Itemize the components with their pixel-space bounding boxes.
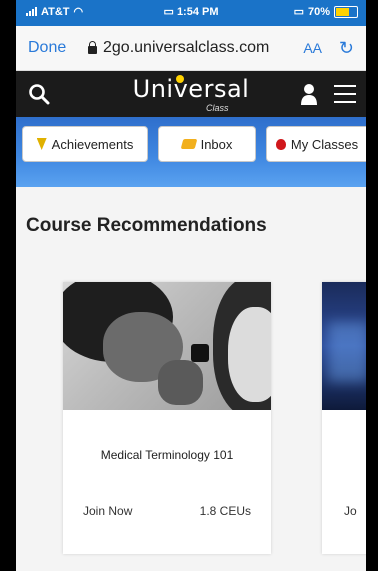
text-size-button[interactable]: AA [303, 40, 322, 56]
achievements-button[interactable]: Achievements [22, 126, 148, 162]
screen-mirror-icon: ▭ [163, 6, 174, 18]
achievements-label: Achievements [51, 136, 134, 152]
hamburger-menu-icon[interactable] [334, 85, 356, 109]
inbox-folder-icon [180, 139, 197, 149]
inbox-label: Inbox [200, 136, 233, 152]
lightbulb-icon [176, 75, 184, 83]
screen-mirror-icon-2: ▭ [293, 6, 304, 18]
inbox-button[interactable]: Inbox [158, 126, 256, 162]
url-text: 2go.universalclass.com [103, 39, 270, 56]
battery-fill [336, 7, 349, 16]
course-image [63, 282, 271, 410]
site-header: Universal Class [16, 71, 366, 117]
join-now-link[interactable]: Jo [344, 504, 357, 518]
quick-links-band: Achievements Inbox My Classes [16, 117, 366, 187]
join-now-link[interactable]: Join Now [83, 504, 132, 518]
browser-url-bar: Done 2go.universalclass.com AA ↻ [16, 26, 366, 71]
achievement-badge-icon [36, 138, 47, 150]
status-bar: AT&T ◠ ▭ 1:54 PM ▭ 70% [16, 0, 366, 26]
status-right: ▭ 70% [294, 5, 358, 18]
address-field[interactable]: 2go.universalclass.com [88, 39, 269, 57]
my-classes-label: My Classes [290, 136, 359, 152]
course-image [322, 282, 366, 410]
logo-text: Universal [132, 75, 250, 103]
main-content: Course Recommendations Medical Terminolo… [16, 187, 366, 571]
course-card[interactable]: Jo [322, 282, 366, 554]
section-title: Course Recommendations [26, 215, 267, 236]
time-label: 1:54 PM [176, 6, 219, 18]
course-title: Medical Terminology 101 [100, 448, 234, 462]
course-card[interactable]: Medical Terminology 101 Join Now 1.8 CEU… [63, 282, 271, 554]
apple-icon [275, 138, 286, 150]
otoscope-icon [191, 344, 209, 362]
ceu-count: 1.8 CEUs [199, 504, 251, 518]
screen: AT&T ◠ ▭ 1:54 PM ▭ 70% Done 2go.universa… [16, 0, 366, 571]
battery-percent: 70% [307, 5, 330, 18]
lock-icon [88, 41, 97, 54]
my-classes-button[interactable]: My Classes [266, 126, 366, 162]
logo-subtext: Class [206, 103, 229, 113]
battery-icon [334, 5, 358, 18]
reload-icon[interactable]: ↻ [339, 38, 354, 59]
phone-frame: AT&T ◠ ▭ 1:54 PM ▭ 70% Done 2go.universa… [0, 0, 378, 571]
done-button[interactable]: Done [28, 39, 66, 57]
user-icon[interactable] [300, 83, 318, 110]
